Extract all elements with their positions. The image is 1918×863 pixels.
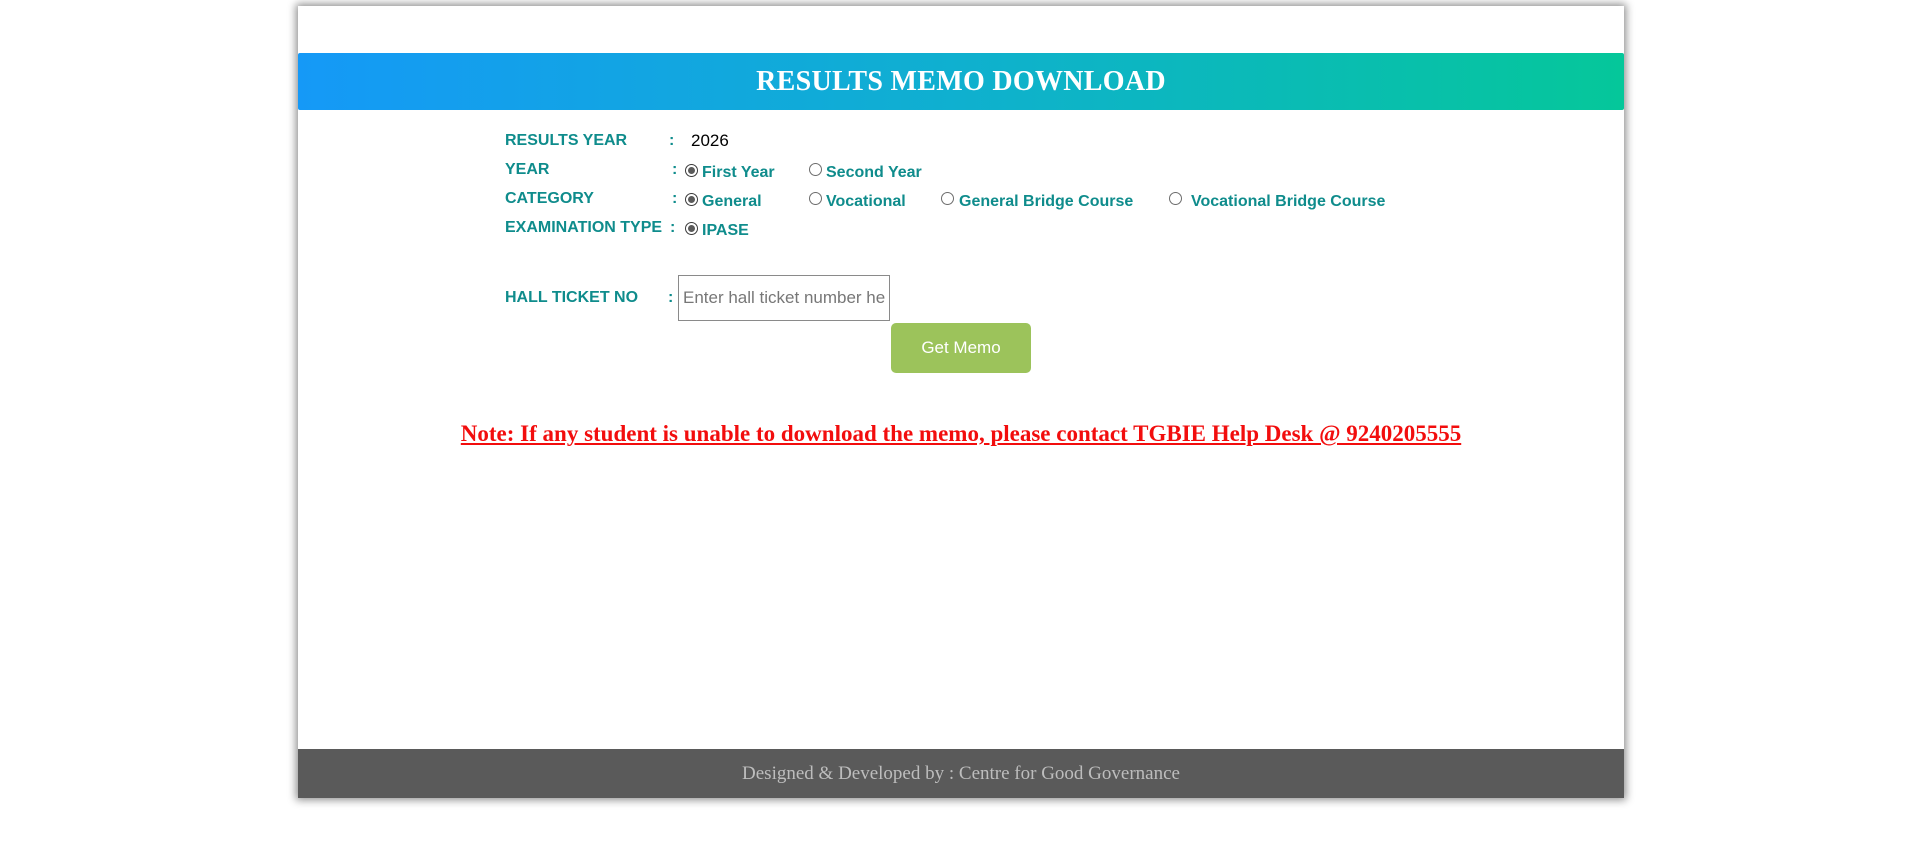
first-year-option-label[interactable]: First Year [702,164,775,182]
footer-credit: Designed & Developed by : Centre for Goo… [742,762,1180,784]
ipase-option-label[interactable]: IPASE [702,222,749,240]
ipase-radio[interactable] [685,222,698,235]
year-label: YEAR [505,161,550,178]
general-option-label[interactable]: General [702,193,762,211]
year-colon: : [672,161,678,178]
category-label: CATEGORY [505,190,594,207]
vocational-option-label[interactable]: Vocational [826,193,906,211]
examination-type-colon: : [670,219,676,236]
second-year-option-label[interactable]: Second Year [826,164,922,182]
header-banner: RESULTS MEMO DOWNLOAD [298,53,1624,110]
first-year-radio[interactable] [685,164,698,177]
hall-ticket-colon: : [668,289,674,306]
hall-ticket-input[interactable] [678,275,890,321]
footer: Designed & Developed by : Centre for Goo… [298,749,1624,798]
page-title: RESULTS MEMO DOWNLOAD [756,65,1166,97]
get-memo-button[interactable]: Get Memo [891,323,1031,373]
hall-ticket-label: HALL TICKET NO [505,289,639,306]
vocational-radio[interactable] [809,192,822,205]
vocational-bridge-course-radio[interactable] [1169,192,1182,205]
results-year-value: 2026 [691,131,729,150]
general-bridge-course-radio[interactable] [941,192,954,205]
results-memo-panel: RESULTS MEMO DOWNLOAD RESULTS YEAR : 202… [298,6,1624,798]
results-year-colon: : [669,132,675,149]
general-bridge-course-option-label[interactable]: General Bridge Course [959,193,1133,211]
results-year-label: RESULTS YEAR [505,132,628,149]
help-desk-note: Note: If any student is unable to downlo… [460,421,1462,446]
examination-type-label: EXAMINATION TYPE [505,219,663,236]
vocational-bridge-course-option-label[interactable]: Vocational Bridge Course [1191,193,1385,211]
category-colon: : [672,190,678,207]
second-year-radio[interactable] [809,163,822,176]
general-radio[interactable] [685,193,698,206]
